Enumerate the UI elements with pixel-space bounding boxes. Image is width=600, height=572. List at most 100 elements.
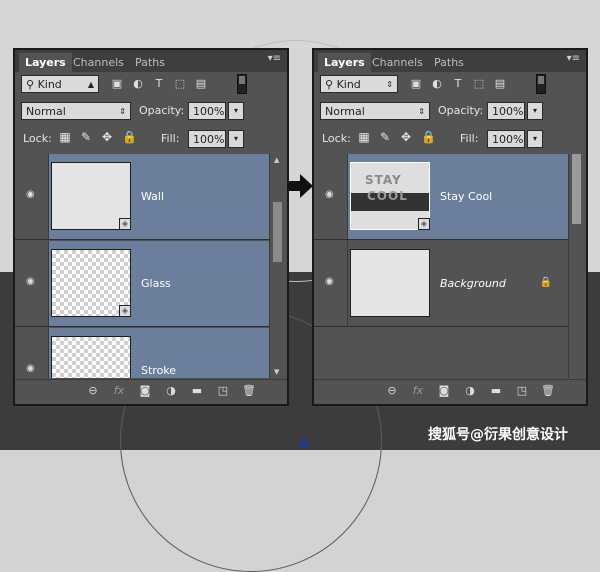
lock-transparent-icon[interactable]: ▦ (59, 130, 71, 144)
panel-menu-icon[interactable]: ▾≡ (268, 53, 281, 64)
layers-panel-before: Layers Channels Paths ▾≡ ⚲ Kind ▲ ▣ ◐ T … (13, 48, 289, 406)
shape-filter-icon[interactable]: ⬚ (174, 78, 186, 90)
adjustment-icon[interactable]: ◑ (462, 384, 478, 398)
filter-icons: ▣ ◐ T ⬚ ▤ (111, 75, 207, 93)
chevron-updown-icon: ▲ (87, 80, 94, 89)
trash-icon[interactable]: 🗑 (540, 384, 556, 398)
thumbnail-text-cool: COOL (367, 189, 408, 203)
fill-dropdown-button[interactable]: ▾ (527, 130, 543, 148)
kind-filter-select[interactable]: ⚲ Kind ⇕ (320, 75, 398, 93)
shape-filter-icon[interactable]: ⬚ (473, 78, 485, 90)
panel-footer: ⊖ fx ◙ ◑ ▬ ◳ 🗑 (314, 379, 586, 404)
layer-thumbnail: STAY COOL ◈ (350, 162, 430, 230)
fill-input[interactable]: 100% (487, 130, 525, 148)
chevron-updown-icon: ⇕ (386, 80, 393, 89)
blend-mode-select[interactable]: Normal ⇕ (320, 102, 430, 120)
layer-row[interactable]: ◉ Stroke (15, 328, 271, 378)
tab-paths[interactable]: Paths (129, 53, 171, 72)
lock-all-icon[interactable]: 🔒 (421, 130, 436, 144)
filter-icons: ▣ ◐ T ⬚ ▤ (410, 75, 506, 93)
tab-layers[interactable]: Layers (19, 53, 72, 72)
kind-filter-select[interactable]: ⚲ Kind ▲ (21, 75, 99, 93)
lock-image-icon[interactable]: ✎ (80, 130, 92, 144)
tab-paths[interactable]: Paths (428, 53, 470, 72)
image-filter-icon[interactable]: ▣ (410, 78, 422, 90)
adjustment-icon[interactable]: ◑ (163, 384, 179, 398)
layer-thumbnail: ◈ (51, 162, 131, 230)
visibility-column: ◉ (314, 241, 348, 326)
scroll-up-icon[interactable]: ▲ (274, 156, 279, 164)
opacity-label: Opacity: (438, 104, 484, 117)
tab-channels[interactable]: Channels (366, 53, 429, 72)
lock-position-icon[interactable]: ✥ (400, 130, 412, 144)
tab-layers[interactable]: Layers (318, 53, 371, 72)
panel-menu-icon[interactable]: ▾≡ (567, 53, 580, 64)
group-icon[interactable]: ▬ (189, 384, 205, 398)
eye-icon[interactable]: ◉ (325, 277, 337, 287)
layer-name[interactable]: Stay Cool (440, 190, 492, 203)
blend-mode-value: Normal (325, 105, 365, 118)
tab-channels[interactable]: Channels (67, 53, 130, 72)
lock-transparent-icon[interactable]: ▦ (358, 130, 370, 144)
link-layers-icon[interactable]: ⊖ (85, 384, 101, 398)
layer-name[interactable]: Stroke (141, 364, 176, 377)
fx-icon[interactable]: fx (410, 384, 426, 398)
layer-scrollbar[interactable] (568, 154, 586, 378)
type-filter-icon[interactable]: T (452, 78, 464, 90)
lock-icons: ▦ ✎ ✥ 🔒 (59, 130, 137, 144)
mask-icon[interactable]: ◙ (137, 384, 153, 398)
fill-dropdown-button[interactable]: ▾ (228, 130, 244, 148)
search-icon: ⚲ (325, 78, 334, 91)
visibility-column: ◉ (15, 154, 49, 239)
adjustment-filter-icon[interactable]: ◐ (431, 78, 443, 90)
new-layer-icon[interactable]: ◳ (215, 384, 231, 398)
new-layer-icon[interactable]: ◳ (514, 384, 530, 398)
link-layers-icon[interactable]: ⊖ (384, 384, 400, 398)
eye-icon[interactable]: ◉ (325, 190, 337, 200)
lock-image-icon[interactable]: ✎ (379, 130, 391, 144)
chevron-updown-icon: ⇕ (119, 107, 126, 116)
lock-all-icon[interactable]: 🔒 (122, 130, 137, 144)
watermark-text: 搜狐号@衍果创意设计 (428, 427, 568, 443)
lock-icons: ▦ ✎ ✥ 🔒 (358, 130, 436, 144)
layer-scrollbar[interactable]: ▲ ▼ (269, 154, 287, 378)
panel-tabbar: Layers Channels Paths ▾≡ (15, 50, 287, 72)
fill-input[interactable]: 100% (188, 130, 226, 148)
opacity-label: Opacity: (139, 104, 185, 117)
group-icon[interactable]: ▬ (488, 384, 504, 398)
adjustment-filter-icon[interactable]: ◐ (132, 78, 144, 90)
scroll-down-icon[interactable]: ▼ (274, 368, 279, 376)
chevron-updown-icon: ⇕ (418, 107, 425, 116)
layer-row[interactable]: ◉ ◈ Wall (15, 154, 271, 240)
layer-row[interactable]: ◉ STAY COOL ◈ Stay Cool (314, 154, 570, 240)
scroll-thumb[interactable] (572, 154, 581, 224)
mask-icon[interactable]: ◙ (436, 384, 452, 398)
filter-toggle[interactable] (536, 74, 546, 94)
opacity-input[interactable]: 100% (487, 102, 525, 120)
smart-object-filter-icon[interactable]: ▤ (494, 78, 506, 90)
filter-toggle[interactable] (237, 74, 247, 94)
image-filter-icon[interactable]: ▣ (111, 78, 123, 90)
layer-name[interactable]: Wall (141, 190, 164, 203)
layer-row[interactable]: ◉ ◈ Glass (15, 241, 271, 327)
visibility-column: ◉ (15, 241, 49, 326)
scroll-thumb[interactable] (273, 202, 282, 262)
eye-icon[interactable]: ◉ (26, 364, 38, 374)
layer-name[interactable]: Glass (141, 277, 171, 290)
lock-icon: 🔒 (539, 277, 552, 288)
trash-icon[interactable]: 🗑 (241, 384, 257, 398)
fx-icon[interactable]: fx (111, 384, 127, 398)
layer-row[interactable]: ◉ Background 🔒 (314, 241, 570, 327)
lock-position-icon[interactable]: ✥ (101, 130, 113, 144)
type-filter-icon[interactable]: T (153, 78, 165, 90)
eye-icon[interactable]: ◉ (26, 277, 38, 287)
blend-mode-select[interactable]: Normal ⇕ (21, 102, 131, 120)
opacity-dropdown-button[interactable]: ▾ (228, 102, 244, 120)
smart-object-filter-icon[interactable]: ▤ (195, 78, 207, 90)
layer-name[interactable]: Background (440, 277, 506, 290)
eye-icon[interactable]: ◉ (26, 190, 38, 200)
fill-label: Fill: (460, 132, 479, 145)
opacity-dropdown-button[interactable]: ▾ (527, 102, 543, 120)
opacity-input[interactable]: 100% (188, 102, 226, 120)
search-icon: ⚲ (26, 78, 35, 91)
